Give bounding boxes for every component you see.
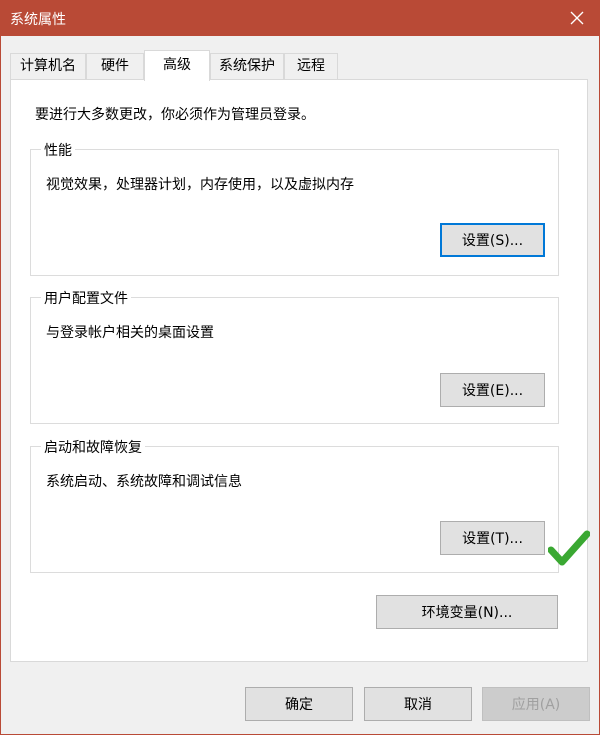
user-profiles-group: 用户配置文件 与登录帐户相关的桌面设置 设置(E)... <box>30 288 559 424</box>
startup-recovery-title: 启动和故障恢复 <box>41 437 145 457</box>
tab-computer-name[interactable]: 计算机名 <box>10 53 86 80</box>
admin-notice: 要进行大多数更改，你必须作为管理员登录。 <box>35 107 315 123</box>
tab-system-protection[interactable]: 系统保护 <box>210 53 284 80</box>
checkmark-icon <box>548 530 590 566</box>
tab-advanced[interactable]: 高级 <box>144 50 210 81</box>
environment-variables-button[interactable]: 环境变量(N)... <box>376 595 558 629</box>
ok-button[interactable]: 确定 <box>245 687 353 721</box>
performance-description: 视觉效果，处理器计划，内存使用，以及虚拟内存 <box>46 177 354 193</box>
user-profiles-title: 用户配置文件 <box>41 288 131 308</box>
performance-settings-button[interactable]: 设置(S)... <box>440 223 545 257</box>
startup-recovery-settings-button[interactable]: 设置(T)... <box>440 521 545 555</box>
performance-group: 性能 视觉效果，处理器计划，内存使用，以及虚拟内存 设置(S)... <box>30 140 559 276</box>
close-icon <box>570 11 584 25</box>
performance-title: 性能 <box>41 140 75 160</box>
user-profiles-description: 与登录帐户相关的桌面设置 <box>46 325 214 341</box>
startup-recovery-group: 启动和故障恢复 系统启动、系统故障和调试信息 设置(T)... <box>30 437 559 573</box>
user-profiles-settings-button[interactable]: 设置(E)... <box>440 373 545 407</box>
cancel-button[interactable]: 取消 <box>364 687 472 721</box>
title-bar: 系统属性 <box>0 0 600 36</box>
tab-remote[interactable]: 远程 <box>284 53 338 80</box>
apply-button[interactable]: 应用(A) <box>482 687 590 721</box>
close-button[interactable] <box>554 0 600 36</box>
startup-recovery-description: 系统启动、系统故障和调试信息 <box>46 474 242 490</box>
window-title: 系统属性 <box>10 12 66 28</box>
tab-hardware[interactable]: 硬件 <box>86 53 144 80</box>
